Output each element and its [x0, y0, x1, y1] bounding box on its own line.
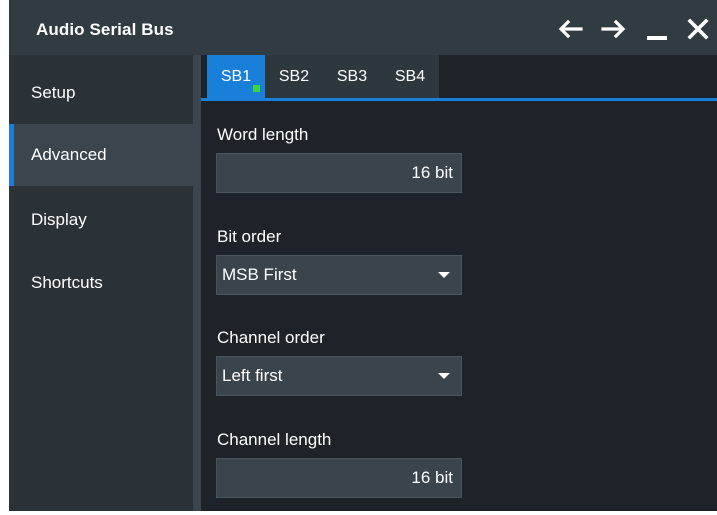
- channel-length-label: Channel length: [217, 430, 332, 449]
- close-button[interactable]: [683, 14, 713, 44]
- close-icon: [687, 18, 709, 40]
- settings-panel: SB1 SB2 SB3 SB4 Word length 16 bit Bit o…: [201, 55, 717, 511]
- audio-serial-bus-dialog: Audio Serial Bus Setup Advanced Display …: [9, 0, 717, 511]
- arrow-left-icon: [558, 19, 583, 39]
- dialog-title: Audio Serial Bus: [36, 20, 174, 39]
- sidebar-item-setup[interactable]: Setup: [9, 62, 193, 124]
- tab-sb3[interactable]: SB3: [323, 55, 381, 98]
- channel-length-value: 16 bit: [411, 468, 453, 487]
- tab-sb4[interactable]: SB4: [381, 55, 439, 98]
- panel-divider: [193, 55, 201, 511]
- back-button[interactable]: [555, 14, 585, 44]
- chevron-down-icon: [438, 272, 450, 278]
- bit-order-select[interactable]: MSB First: [216, 255, 462, 295]
- channel-order-label: Channel order: [217, 328, 325, 347]
- sidebar-item-display[interactable]: Display: [9, 189, 193, 251]
- forward-button[interactable]: [599, 14, 629, 44]
- word-length-value: 16 bit: [411, 163, 453, 182]
- channel-order-select[interactable]: Left first: [216, 356, 462, 396]
- sidebar-item-label: Advanced: [31, 145, 107, 164]
- sidebar-item-advanced[interactable]: Advanced: [9, 124, 193, 186]
- bit-order-label: Bit order: [217, 227, 282, 246]
- channel-order-value: Left first: [222, 366, 283, 385]
- minimize-button[interactable]: [642, 14, 672, 44]
- chevron-down-icon: [438, 373, 450, 379]
- active-indicator: [253, 85, 260, 92]
- word-length-input[interactable]: 16 bit: [216, 153, 462, 193]
- sidebar-item-label: Display: [31, 210, 87, 229]
- tab-sb2[interactable]: SB2: [265, 55, 323, 98]
- sidebar-item-shortcuts[interactable]: Shortcuts: [9, 252, 193, 314]
- channel-length-input[interactable]: 16 bit: [216, 458, 462, 498]
- sidebar-item-label: Setup: [31, 83, 76, 102]
- arrow-right-icon: [601, 19, 626, 39]
- sidebar-item-label: Shortcuts: [31, 273, 103, 292]
- tab-label: SB3: [336, 67, 368, 85]
- minimize-icon: [647, 36, 667, 40]
- sidebar: Setup Advanced Display Shortcuts: [9, 55, 193, 511]
- tab-label: SB1: [220, 67, 252, 85]
- tab-label: SB2: [278, 67, 310, 85]
- bus-tabs: SB1 SB2 SB3 SB4: [201, 55, 717, 101]
- word-length-label: Word length: [217, 125, 309, 144]
- tab-sb1[interactable]: SB1: [207, 55, 265, 98]
- bit-order-value: MSB First: [222, 265, 297, 284]
- tab-label: SB4: [394, 67, 426, 85]
- title-bar: Audio Serial Bus: [9, 0, 717, 55]
